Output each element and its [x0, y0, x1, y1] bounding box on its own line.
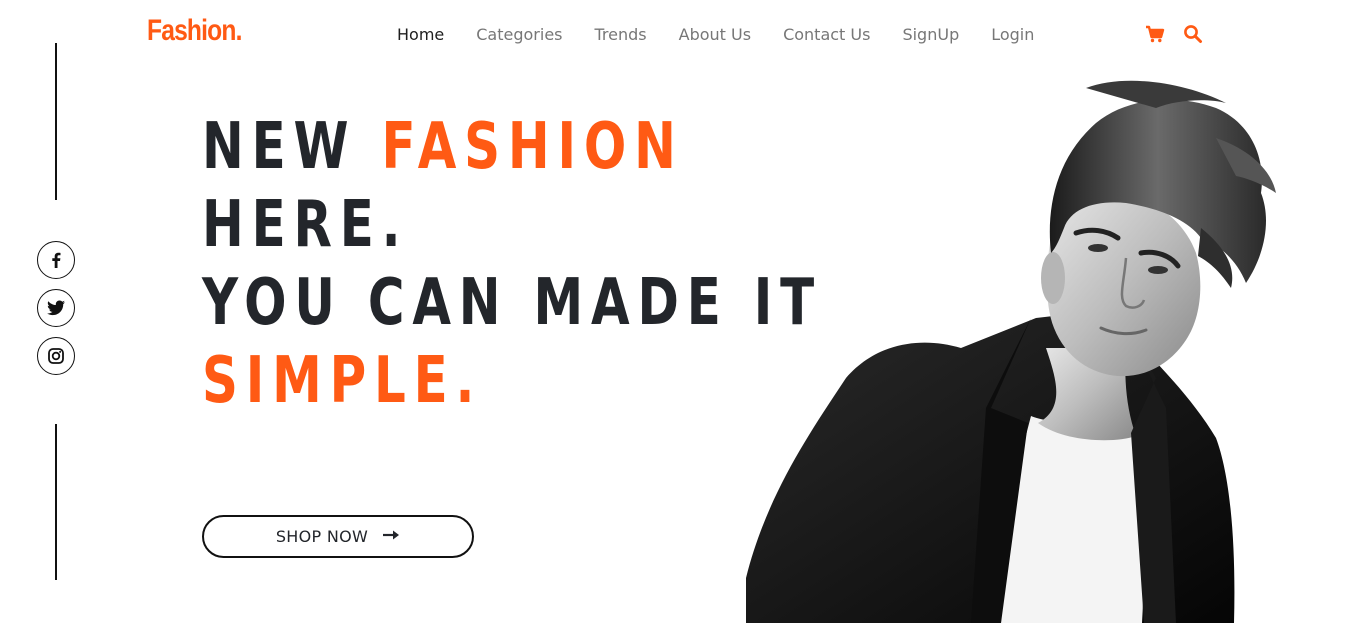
- twitter-icon[interactable]: [37, 289, 75, 327]
- hero-word-fashion: FASHION: [381, 110, 684, 184]
- nav-item-signup[interactable]: SignUp: [886, 23, 975, 47]
- hero-line-1: NEW FASHION: [202, 108, 822, 186]
- sidebar-divider-top: [55, 43, 57, 200]
- arrow-right-icon: [382, 528, 400, 546]
- nav-item-home[interactable]: Home: [381, 23, 460, 47]
- nav-item-about-us[interactable]: About Us: [663, 23, 767, 47]
- nav-item-login[interactable]: Login: [975, 23, 1050, 47]
- nav-icon-group: [1145, 24, 1203, 44]
- nav-item-categories[interactable]: Categories: [460, 23, 578, 47]
- cart-icon[interactable]: [1145, 24, 1165, 44]
- search-icon[interactable]: [1183, 24, 1203, 44]
- main-nav: Home Categories Trends About Us Contact …: [381, 23, 1050, 47]
- shop-now-button[interactable]: SHOP NOW: [202, 515, 474, 558]
- nav-item-trends[interactable]: Trends: [579, 23, 663, 47]
- instagram-icon[interactable]: [37, 337, 75, 375]
- shop-now-label: SHOP NOW: [275, 527, 369, 546]
- landing-page: Fashion. Home Categories Trends About Us…: [0, 0, 1354, 623]
- hero-line-3: YOU CAN MADE IT: [202, 266, 823, 340]
- sidebar-divider-bottom: [55, 424, 57, 580]
- nav-item-contact-us[interactable]: Contact Us: [767, 23, 886, 47]
- hero-model-image: [746, 80, 1276, 623]
- hero-word-new: NEW: [202, 110, 357, 184]
- hero-line-4: SIMPLE.: [202, 344, 483, 418]
- hero-line-2: HERE.: [202, 188, 409, 262]
- facebook-icon[interactable]: [37, 241, 75, 279]
- brand-logo[interactable]: Fashion.: [147, 14, 242, 48]
